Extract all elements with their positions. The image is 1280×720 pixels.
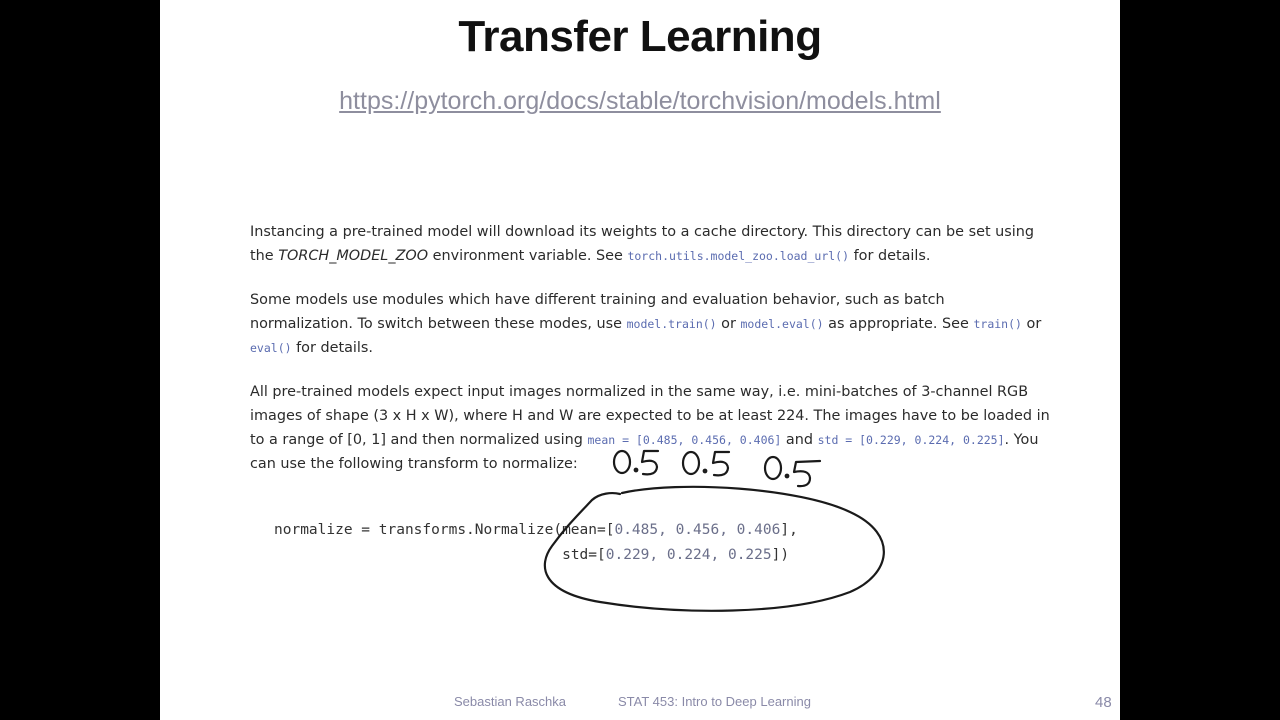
- paragraph-text: as appropriate. See: [823, 316, 974, 332]
- env-var-name: TORCH_MODEL_ZOO: [278, 248, 429, 264]
- paragraph-text: environment variable. See: [428, 248, 628, 264]
- inline-code[interactable]: model.train(): [627, 317, 717, 331]
- paragraph-text: for details.: [849, 248, 931, 264]
- inline-code[interactable]: model.eval(): [740, 317, 823, 331]
- footer-author: Sebastian Raschka: [454, 694, 567, 709]
- inline-code[interactable]: eval(): [250, 341, 292, 355]
- docs-link[interactable]: https://pytorch.org/docs/stable/torchvis…: [160, 87, 1120, 116]
- paragraph-text: or: [1021, 316, 1042, 332]
- std-values: 0.229, 0.224, 0.225: [605, 547, 772, 563]
- slide: Transfer Learning https://pytorch.org/do…: [160, 0, 1120, 720]
- inline-code: mean = [0.485, 0.456, 0.406]: [587, 433, 782, 447]
- page-number: 48: [1095, 694, 1112, 711]
- inline-code: std = [0.229, 0.224, 0.225]: [817, 433, 1005, 447]
- paragraph-cache: Instancing a pre-trained model will down…: [250, 220, 1050, 268]
- code-text: ]): [771, 547, 790, 563]
- code-text: normalize = transforms.Normalize(mean=[: [274, 522, 615, 538]
- slide-title: Transfer Learning: [458, 12, 822, 61]
- mean-values: 0.485, 0.456, 0.406: [614, 522, 781, 538]
- inline-code[interactable]: torch.utils.model_zoo.load_url(): [627, 249, 849, 263]
- paragraph-train-eval: Some models use modules which have diffe…: [250, 288, 1050, 360]
- code-text: std=[: [562, 547, 606, 563]
- paragraph-text: for details.: [291, 340, 374, 356]
- inline-code[interactable]: train(): [973, 317, 1021, 331]
- footer-course: STAT 453: Intro to Deep Learning: [618, 694, 811, 709]
- paragraph-text: and: [781, 432, 818, 448]
- paragraph-text: or: [716, 316, 741, 332]
- doc-excerpt: Instancing a pre-trained model will down…: [250, 220, 1050, 496]
- code-block: normalize = transforms.Normalize(mean=[0…: [274, 518, 798, 568]
- code-text: ],: [780, 522, 798, 538]
- paragraph-normalization: All pre-trained models expect input imag…: [250, 380, 1050, 476]
